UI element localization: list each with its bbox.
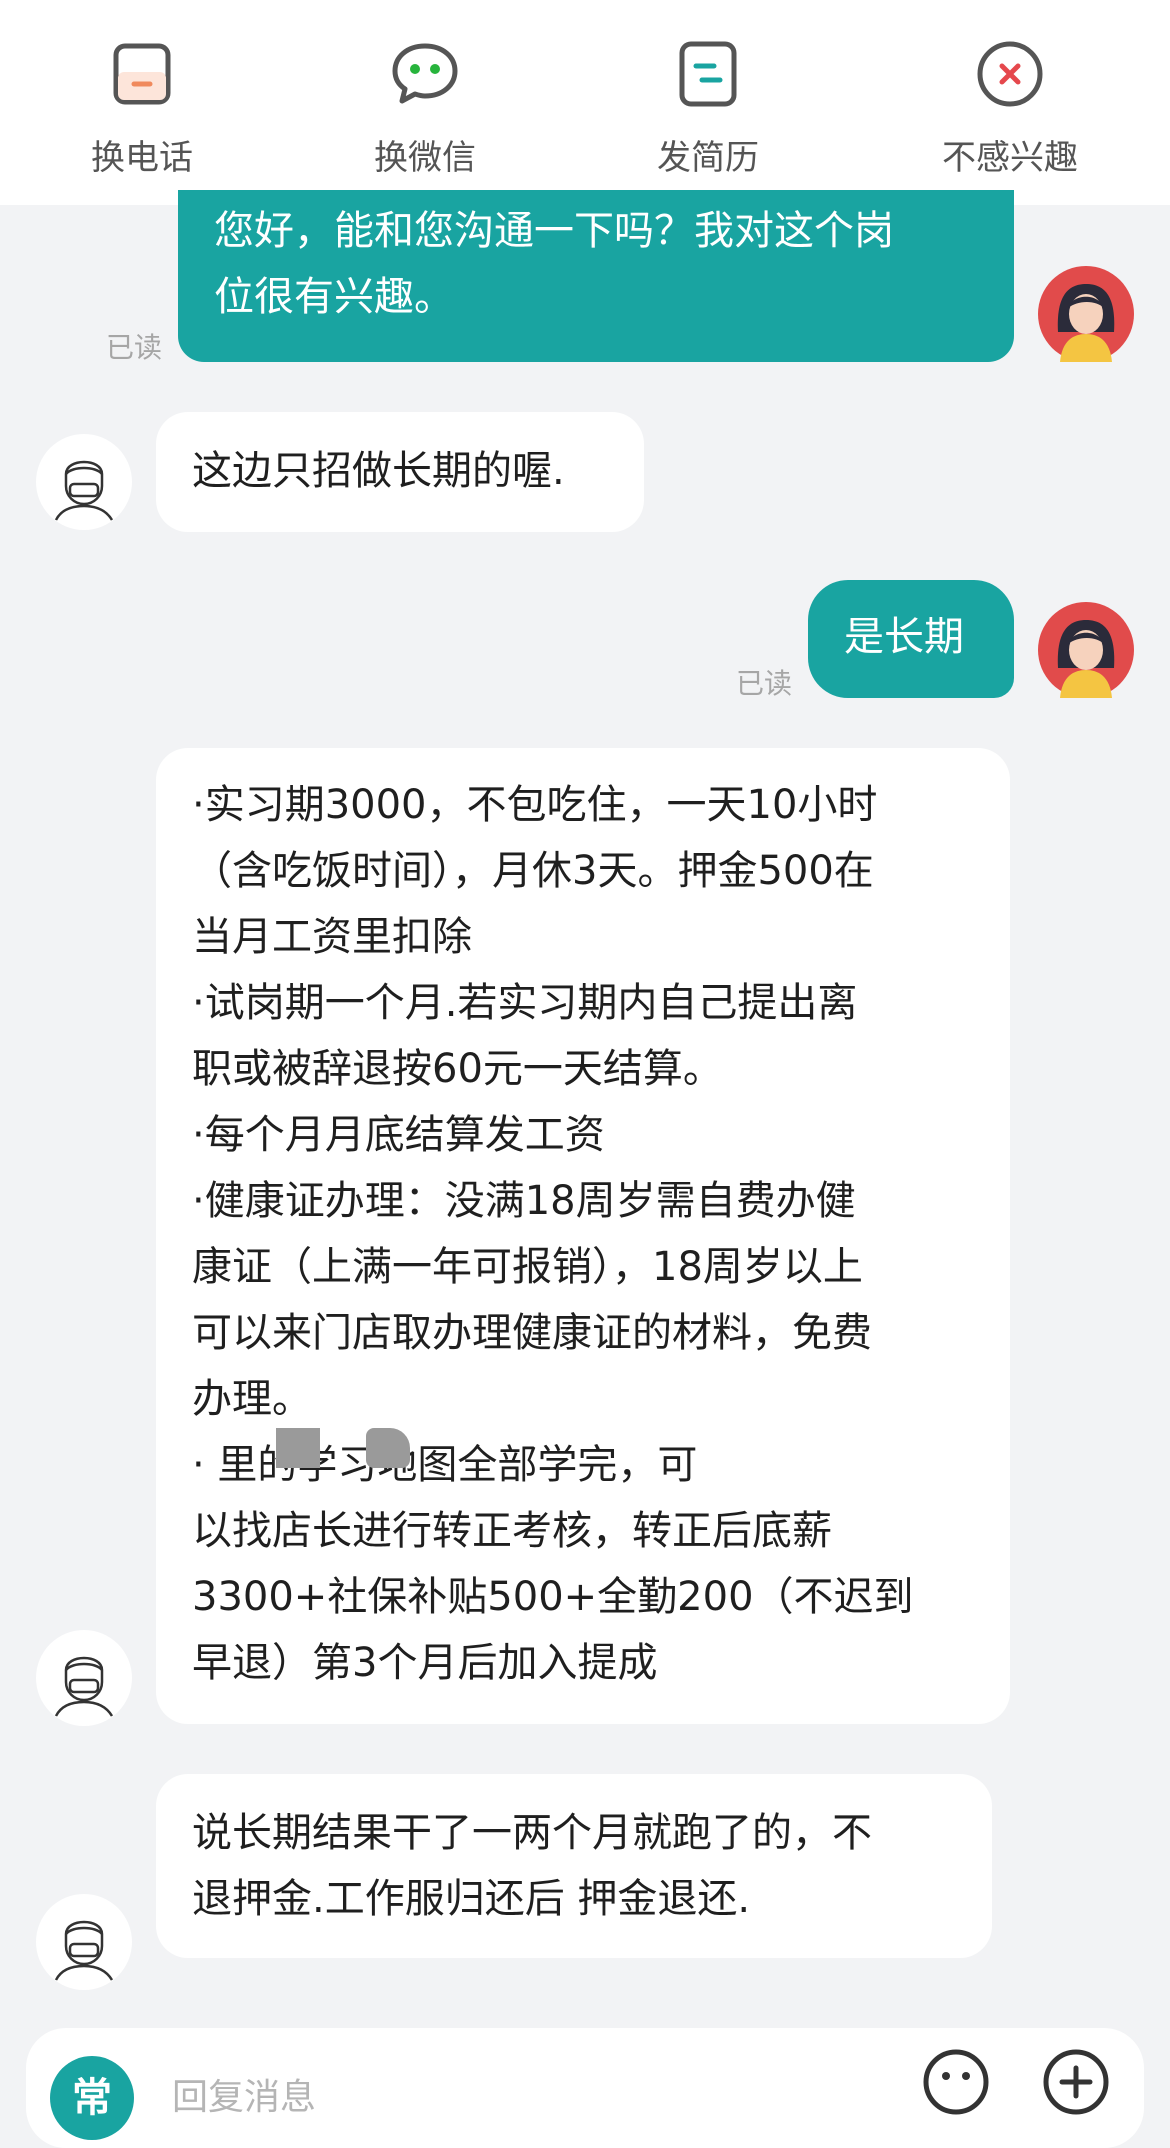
send-resume-button[interactable]: 发简历 <box>608 38 808 179</box>
not-interested-button[interactable]: 不感兴趣 <box>910 38 1110 179</box>
message-bubble-received[interactable]: ·实习期3000，不包吃住，一天10小时 （含吃饭时间），月休3天。押金500在… <box>156 748 1010 1724</box>
action-bar: 换电话 换微信 发简历 不感兴趣 <box>0 0 1170 205</box>
change-wechat-button[interactable]: 换微信 <box>325 38 525 179</box>
change-wechat-label: 换微信 <box>374 138 476 178</box>
recruiter-avatar[interactable] <box>36 1630 132 1726</box>
user-avatar[interactable] <box>1038 266 1134 362</box>
input-bar: 常 回复消息 <box>0 2006 1170 2148</box>
quick-phrase-button[interactable]: 常 <box>50 2056 134 2140</box>
change-phone-button[interactable]: 换电话 <box>42 38 242 179</box>
message-bubble-received[interactable]: 这边只招做长期的喔. <box>156 412 644 532</box>
message-bubble-received[interactable]: 说长期结果干了一两个月就跑了的，不 退押金.工作服归还后 押金退还. <box>156 1774 992 1958</box>
wechat-icon <box>392 43 458 104</box>
reply-input[interactable]: 回复消息 <box>172 2068 316 2120</box>
recruiter-avatar[interactable] <box>36 1894 132 1990</box>
redaction-block <box>276 1428 320 1468</box>
resume-icon <box>679 41 737 107</box>
emoji-icon[interactable] <box>920 2046 992 2118</box>
read-status: 已读 <box>106 331 163 364</box>
read-status: 已读 <box>736 667 793 700</box>
change-phone-label: 换电话 <box>91 138 193 178</box>
recruiter-avatar[interactable] <box>36 434 132 530</box>
plus-icon[interactable] <box>1040 2046 1112 2118</box>
redaction-block <box>366 1428 410 1468</box>
message-bubble-sent[interactable]: 是长期 <box>808 580 1014 698</box>
phone-icon <box>113 43 171 105</box>
user-avatar[interactable] <box>1038 602 1134 698</box>
message-bubble-sent[interactable]: 您好，能和您沟通一下吗？我对这个岗 位很有兴趣。 <box>178 190 1014 362</box>
not-interested-icon <box>977 41 1043 107</box>
not-interested-label: 不感兴趣 <box>942 138 1078 178</box>
send-resume-label: 发简历 <box>657 138 759 178</box>
